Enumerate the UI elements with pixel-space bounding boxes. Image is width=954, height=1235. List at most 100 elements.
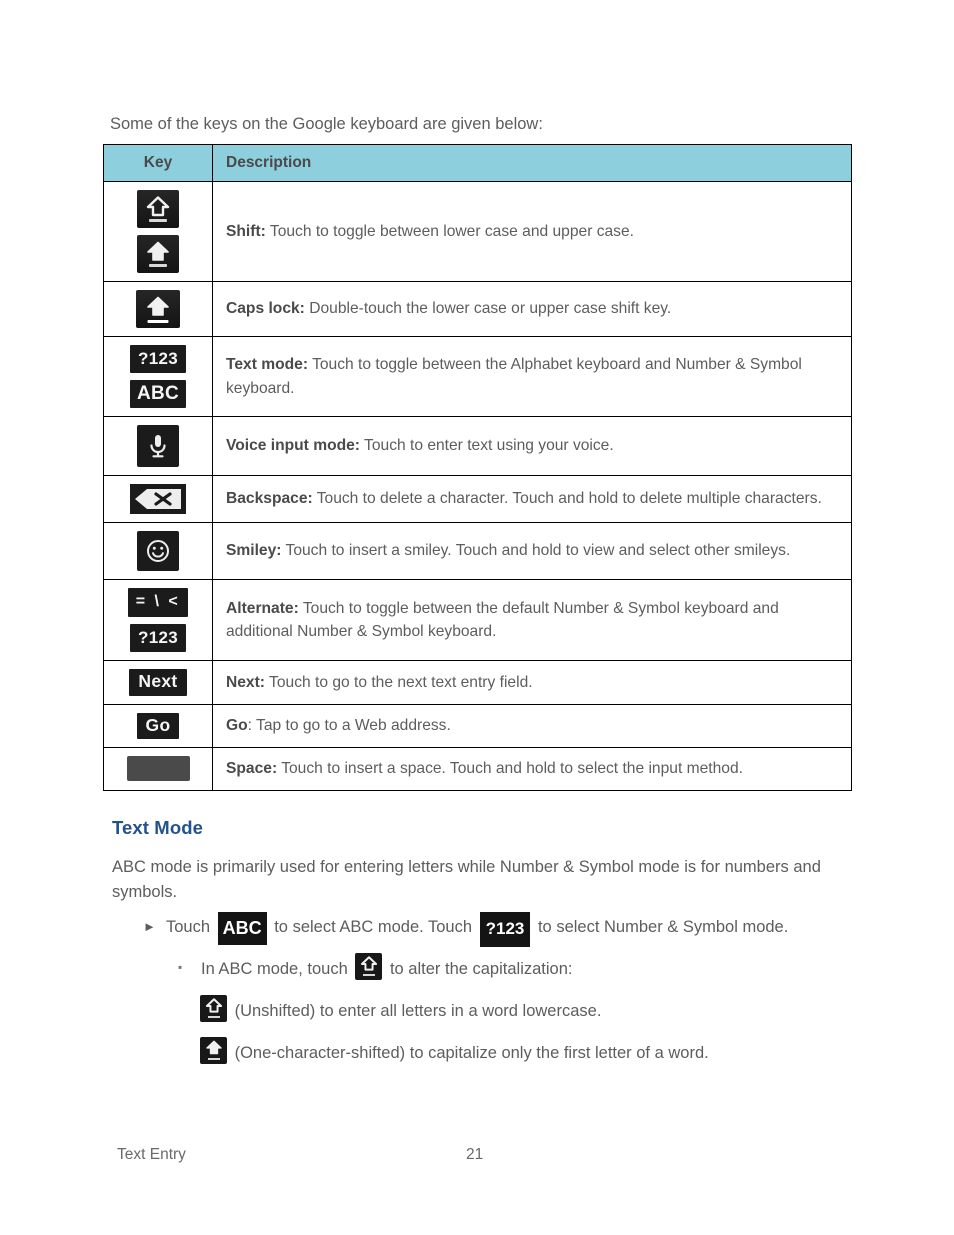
term-alternate: Alternate: xyxy=(226,599,299,617)
key-cell-next: Next xyxy=(103,660,213,705)
bullet-part3: to select Number & Symbol mode. xyxy=(537,918,789,936)
section-heading-text-mode: Text Mode xyxy=(112,817,204,838)
key-stack: ?123 ABC xyxy=(104,345,212,408)
key-cell-backspace xyxy=(103,475,213,523)
square-bullet-icon: ▪ xyxy=(178,960,183,974)
table-row: ?123 ABC Text mode: Touch to toggle betw… xyxy=(103,336,852,417)
key-cell-text-mode: ?123 ABC xyxy=(103,336,213,417)
table-row: Voice input mode: Touch to enter text us… xyxy=(103,416,852,476)
table-row: Smiley: Touch to insert a smiley. Touch … xyxy=(103,522,852,580)
shift-underline xyxy=(207,1058,220,1060)
keyboard-keys-table: Key Description Shift: Touch to toggle b… xyxy=(103,144,852,791)
description-cell-shift: Shift: Touch to toggle between lower cas… xyxy=(212,181,852,282)
bullet-item-level2: ▪ In ABC mode, touch to alter the capita… xyxy=(178,953,858,982)
shift-unshifted-key-chip-icon xyxy=(200,995,227,1022)
term-backspace: Backspace: xyxy=(226,490,313,508)
sub-line-one-character-shifted: (One-character-shifted) to capitalize on… xyxy=(197,1037,709,1066)
sub-line-unshifted-text: (Unshifted) to enter all letters in a wo… xyxy=(234,1002,602,1020)
document-page: Some of the keys on the Google keyboard … xyxy=(0,0,954,1235)
description-cell-space: Space: Touch to insert a space. Touch an… xyxy=(212,747,852,791)
term-go: Go xyxy=(226,717,248,734)
bullet-level1-text: Touch ABC to select ABC mode. Touch ?123… xyxy=(143,912,853,948)
intro-paragraph: Some of the keys on the Google keyboard … xyxy=(110,115,543,133)
text-mode-123-key-icon: ?123 xyxy=(130,345,186,373)
triangle-bullet-icon: ► xyxy=(143,919,156,934)
key-cell-smiley xyxy=(103,522,213,580)
description-cell-voice-input: Voice input mode: Touch to enter text us… xyxy=(212,416,852,476)
sub-line-unshifted: (Unshifted) to enter all letters in a wo… xyxy=(197,995,602,1024)
abc-key-chip-icon: ABC xyxy=(217,912,267,945)
desc-voice-input: Touch to enter text using your voice. xyxy=(360,437,614,455)
description-cell-caps-lock: Caps lock: Double-touch the lower case o… xyxy=(212,281,852,337)
key-cell-shift xyxy=(103,181,213,282)
table-row: Shift: Touch to toggle between lower cas… xyxy=(103,181,852,282)
shift-shifted-key-chip-icon xyxy=(200,1037,227,1064)
desc-go: : Tap to go to a Web address. xyxy=(247,717,451,734)
term-shift: Shift: xyxy=(226,222,266,240)
description-cell-next: Next: Touch to go to the next text entry… xyxy=(212,660,852,705)
alternate-symbols-key-icon: = \ < xyxy=(127,588,189,617)
term-space: Space: xyxy=(226,760,278,777)
bullet2-part2: to alter the capitalization: xyxy=(389,960,573,978)
go-key-icon: Go xyxy=(136,712,180,739)
smiley-key-icon xyxy=(137,531,179,571)
column-header-key: Key xyxy=(103,144,213,182)
backspace-key-icon xyxy=(130,484,186,514)
key-cell-space xyxy=(103,747,213,791)
description-cell-go: Go: Tap to go to a Web address. xyxy=(212,703,852,748)
table-row: Go Go: Tap to go to a Web address. xyxy=(103,703,852,748)
desc-text-mode: Touch to toggle between the Alphabet key… xyxy=(226,356,802,397)
term-smiley: Smiley: xyxy=(226,542,282,560)
column-header-description: Description xyxy=(212,144,852,182)
table-row: Space: Touch to insert a space. Touch an… xyxy=(103,747,852,791)
table-body: Shift: Touch to toggle between lower cas… xyxy=(103,181,852,791)
num-key-chip-icon: ?123 xyxy=(479,912,531,947)
desc-shift: Touch to toggle between lower case and u… xyxy=(265,222,634,240)
desc-backspace: Touch to delete a character. Touch and h… xyxy=(312,490,822,508)
bullet2-part1: In ABC mode, touch xyxy=(201,960,348,978)
table-header: Key Description xyxy=(103,144,852,182)
shift-unshifted-key-chip-icon xyxy=(355,953,383,980)
desc-caps-lock: Double-touch the lower case or upper cas… xyxy=(304,300,672,318)
shift-underline xyxy=(149,219,167,222)
footer-chapter-label: Text Entry xyxy=(117,1146,186,1163)
key-stack: = \ < ?123 xyxy=(104,588,212,652)
key-cell-alternate: = \ < ?123 xyxy=(103,579,213,661)
sub-line-shifted-text: (One-character-shifted) to capitalize on… xyxy=(234,1044,709,1062)
shift-underline xyxy=(149,264,167,267)
description-cell-alternate: Alternate: Touch to toggle between the d… xyxy=(212,579,852,661)
term-text-mode: Text mode: xyxy=(226,356,309,373)
alternate-123-key-icon: ?123 xyxy=(130,624,186,652)
key-cell-caps-lock xyxy=(103,281,213,337)
desc-alternate: Touch to toggle between the default Numb… xyxy=(226,599,779,641)
description-cell-text-mode: Text mode: Touch to toggle between the A… xyxy=(212,336,852,417)
caps-lock-underline xyxy=(147,320,169,323)
space-bar-key-icon xyxy=(126,756,190,782)
shift-underline xyxy=(362,974,375,976)
next-key-icon: Next xyxy=(129,669,187,696)
caps-lock-key-icon xyxy=(136,290,180,328)
desc-smiley: Touch to insert a smiley. Touch and hold… xyxy=(281,542,791,560)
description-cell-smiley: Smiley: Touch to insert a smiley. Touch … xyxy=(212,522,852,580)
table-row: Next Next: Touch to go to the next text … xyxy=(103,660,852,705)
table-header-row: Key Description xyxy=(103,144,852,182)
desc-space: Touch to insert a space. Touch and hold … xyxy=(277,760,743,777)
term-next: Next: xyxy=(226,673,265,691)
table-row: Caps lock: Double-touch the lower case o… xyxy=(103,281,852,337)
bullet-part2: to select ABC mode. Touch xyxy=(274,918,473,936)
page-footer: Text Entry 21 xyxy=(0,1146,954,1170)
voice-input-mic-key-icon xyxy=(137,425,179,467)
key-cell-go: Go xyxy=(103,703,213,748)
table-row: Backspace: Touch to delete a character. … xyxy=(103,475,852,523)
text-mode-paragraph: ABC mode is primarily used for entering … xyxy=(112,858,821,901)
footer-page-number: 21 xyxy=(466,1146,484,1163)
bullet-part1: Touch xyxy=(166,918,211,936)
description-cell-backspace: Backspace: Touch to delete a character. … xyxy=(212,475,852,523)
text-mode-abc-key-icon: ABC xyxy=(129,380,187,408)
shift-shifted-key-icon xyxy=(137,235,179,273)
bullet-item-level1: ► Touch ABC to select ABC mode. Touch ?1… xyxy=(143,912,853,948)
term-caps-lock: Caps lock: xyxy=(226,300,305,318)
shift-unshifted-key-icon xyxy=(137,190,179,228)
term-voice-input: Voice input mode: xyxy=(226,437,360,455)
bullet-level2-text: In ABC mode, touch to alter the capitali… xyxy=(178,953,858,982)
